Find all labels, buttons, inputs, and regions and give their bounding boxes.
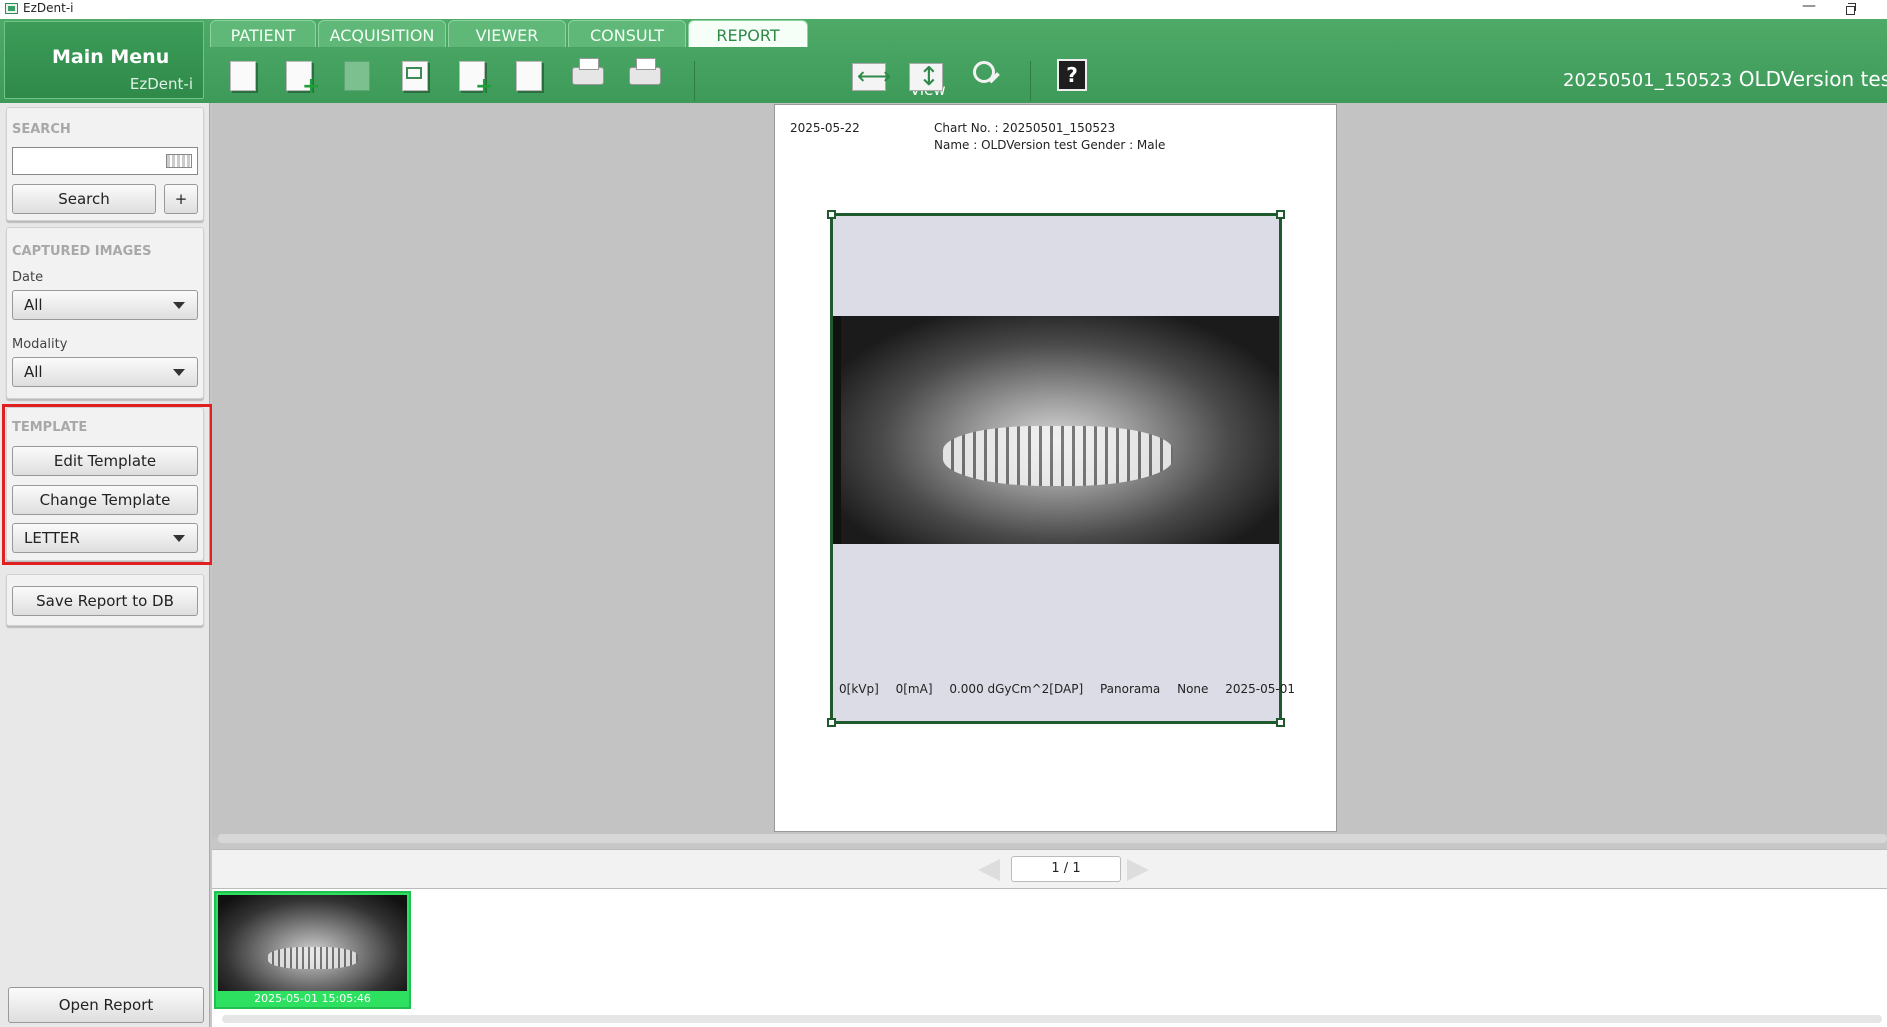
next-page-icon[interactable] (1127, 859, 1149, 881)
resize-handle[interactable] (827, 718, 836, 727)
window-titlebar: EzDent-i — (0, 0, 1887, 19)
fax-button[interactable] (625, 57, 663, 95)
add-search-button[interactable]: + (164, 184, 198, 214)
trash-icon (344, 61, 370, 91)
thumbnail-strip: 2025-05-01 15:05:46 (212, 889, 1887, 1027)
capture-date-value: 2025-05-01 (1225, 682, 1295, 696)
copy-icon (516, 61, 542, 91)
printer-icon (572, 58, 604, 85)
keyboard-icon[interactable] (166, 154, 192, 168)
thumbnail-scrollbar[interactable] (222, 1015, 1882, 1023)
caret-down-icon (173, 369, 185, 376)
zoom-button[interactable] (965, 57, 1003, 95)
fit-width-icon (852, 62, 891, 91)
report-canvas: 2025-05-22 Chart No. : 20250501_150523 N… (212, 103, 1887, 843)
fit-height-icon (909, 62, 943, 92)
left-sidebar: SEARCH Search + CAPTURED IMAGES Date All… (0, 103, 213, 1027)
window-title: EzDent-i (23, 1, 74, 15)
app-header: Main Menu EzDent-i PATIENT ACQUISITION V… (0, 19, 1887, 103)
image-frame[interactable]: 0[kVp] 0[mA] 0.000 dGyCm^2[DAP] Panorama… (827, 210, 1295, 727)
patient-name: OLDVersion test 4 (1738, 67, 1887, 91)
date-label: Date (12, 270, 44, 285)
dap-value: 0.000 dGyCm^2[DAP] (949, 682, 1084, 696)
restore-icon[interactable] (1838, 0, 1862, 18)
main-menu-label: Main Menu (52, 46, 170, 68)
template-highlight-box (2, 404, 213, 565)
image-info: 0[kVp] 0[mA] 0.000 dGyCm^2[DAP] Panorama… (839, 682, 1308, 696)
resize-handle[interactable] (1276, 210, 1285, 219)
blank-page-icon (230, 61, 256, 91)
help-button[interactable]: ? (1053, 57, 1091, 95)
report-chart-number: Chart No. : 20250501_150523 (934, 121, 1116, 135)
fit-width-button[interactable] (850, 57, 891, 95)
panoramic-xray-image (833, 316, 1279, 544)
save-panel: Save Report to DB (6, 574, 204, 626)
resize-handle[interactable] (1276, 718, 1285, 727)
app-icon (5, 3, 18, 14)
search-button[interactable]: Search (12, 184, 156, 214)
page-indicator: 1 / 1 (1011, 856, 1121, 882)
fit-height-button[interactable] (907, 57, 945, 95)
modality-select[interactable]: All (12, 357, 198, 387)
tab-viewer[interactable]: VIEWER (448, 20, 566, 47)
print-button[interactable] (568, 57, 606, 95)
ma-value: 0[mA] (895, 682, 933, 696)
modality-value: Panorama (1099, 682, 1161, 696)
report-page[interactable]: 2025-05-22 Chart No. : 20250501_150523 N… (774, 104, 1337, 832)
search-section-label: SEARCH (12, 122, 71, 137)
copy-page-button[interactable] (510, 57, 548, 95)
patient-chart-number: 20250501_150523 (1563, 70, 1733, 91)
add-page-button[interactable]: + (280, 57, 320, 98)
thumbnail-xray (218, 895, 407, 991)
save-report-button[interactable]: Save Report to DB (12, 586, 198, 616)
caret-down-icon (173, 302, 185, 309)
tab-acquisition[interactable]: ACQUISITION (318, 20, 446, 47)
report-patient-line: Name : OLDVersion test Gender : Male (934, 138, 1166, 152)
resize-handle[interactable] (827, 210, 836, 219)
fax-icon (629, 58, 661, 85)
tab-consult[interactable]: CONSULT (568, 20, 686, 47)
page-navigator: 1 / 1 (212, 849, 1887, 889)
new-report-button[interactable] (224, 57, 262, 95)
prev-page-icon[interactable] (978, 859, 1000, 881)
captured-images-panel: CAPTURED IMAGES Date All Modality All (6, 227, 204, 399)
tab-patient[interactable]: PATIENT (210, 20, 316, 47)
insert-image-button[interactable] (396, 57, 434, 95)
minimize-icon[interactable]: — (1797, 0, 1821, 18)
horizontal-scrollbar[interactable] (218, 834, 1887, 843)
search-panel: SEARCH Search + (6, 107, 204, 221)
thumbnail-caption: 2025-05-01 15:05:46 (254, 992, 371, 1005)
open-report-button[interactable]: Open Report (8, 987, 204, 1023)
kvp-value: 0[kVp] (839, 682, 879, 696)
tooth-value: None (1177, 682, 1209, 696)
main-menu-button[interactable]: Main Menu EzDent-i (4, 21, 204, 99)
delete-page-button[interactable] (338, 57, 376, 95)
patient-title: 20250501_150523 OLDVersion test 4 (1563, 67, 1887, 91)
help-icon: ? (1057, 59, 1087, 91)
report-date: 2025-05-22 (790, 121, 860, 135)
tab-report[interactable]: REPORT (688, 20, 808, 47)
brand-label: EzDent-i (129, 75, 193, 93)
modality-label: Modality (12, 337, 68, 352)
add-image-frame-button[interactable]: + (453, 57, 493, 98)
captured-images-label: CAPTURED IMAGES (12, 244, 152, 259)
magnifier-icon (973, 61, 995, 83)
date-select[interactable]: All (12, 290, 198, 320)
image-thumbnail[interactable]: 2025-05-01 15:05:46 (214, 891, 411, 1009)
